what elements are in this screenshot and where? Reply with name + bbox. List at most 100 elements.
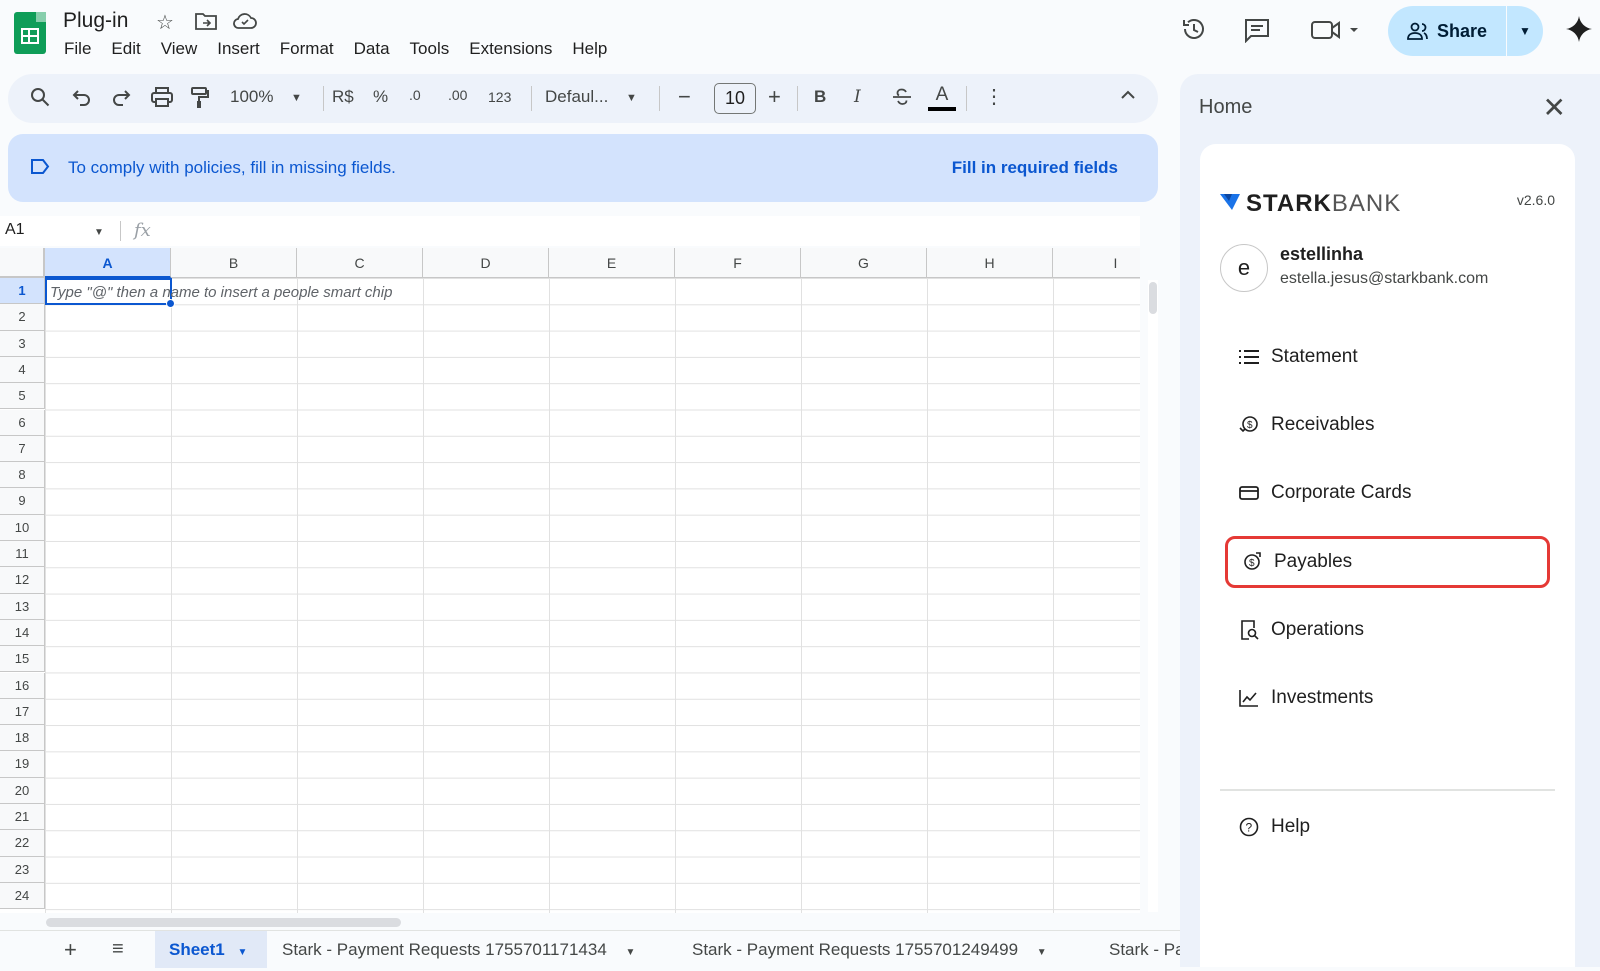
history-icon[interactable] <box>1180 15 1208 48</box>
currency-format-button[interactable]: R$ <box>332 87 354 107</box>
gemini-spark-icon[interactable] <box>1565 15 1593 48</box>
sheet-tab[interactable]: Stark - Payment Requests 1755701249499 ▼ <box>678 931 1061 968</box>
collapse-toolbar-icon[interactable] <box>1120 87 1136 108</box>
sheet-tab-active[interactable]: Sheet1 ▼ <box>155 931 267 968</box>
row-header[interactable]: 9 <box>0 488 45 515</box>
menu-tools[interactable]: Tools <box>400 39 460 59</box>
zoom-select[interactable]: 100% <box>230 87 273 107</box>
chevron-down-icon[interactable]: ▼ <box>626 947 636 958</box>
row-header[interactable]: 1 <box>0 278 45 305</box>
paint-format-icon[interactable] <box>190 87 210 114</box>
row-header[interactable]: 7 <box>0 435 45 463</box>
menu-help[interactable]: Help <box>562 39 617 59</box>
name-box-chevron-down-icon[interactable]: ▼ <box>94 227 104 238</box>
text-color-button[interactable]: A <box>928 84 956 111</box>
redo-icon[interactable] <box>111 87 131 112</box>
increase-decimal-button[interactable]: .00 <box>448 87 467 103</box>
chevron-down-icon[interactable]: ▼ <box>1037 947 1047 958</box>
row-header[interactable]: 12 <box>0 567 45 594</box>
strikethrough-icon[interactable] <box>892 87 912 112</box>
star-icon[interactable]: ☆ <box>156 10 174 35</box>
italic-button[interactable]: I <box>854 87 861 107</box>
menu-statement[interactable]: Statement <box>1225 331 1550 383</box>
font-family-select[interactable]: Defaul... <box>545 87 608 107</box>
menu-insert[interactable]: Insert <box>207 39 270 59</box>
document-title[interactable]: Plug-in <box>63 9 128 33</box>
row-header[interactable]: 17 <box>0 698 45 726</box>
row-header[interactable]: 8 <box>0 462 45 489</box>
meet-icon[interactable] <box>1310 18 1360 47</box>
move-folder-icon[interactable] <box>195 12 217 35</box>
print-icon[interactable] <box>151 87 173 112</box>
row-header[interactable]: 22 <box>0 830 45 857</box>
column-header[interactable]: F <box>675 248 801 278</box>
row-header[interactable]: 3 <box>0 330 45 357</box>
sheets-logo-icon[interactable] <box>14 12 46 54</box>
cloud-saved-icon[interactable] <box>233 12 257 35</box>
decrease-font-size-icon[interactable]: − <box>678 84 691 110</box>
select-all-corner[interactable] <box>0 248 45 278</box>
row-header[interactable]: 6 <box>0 409 45 436</box>
share-dropdown-icon[interactable]: ▼ <box>1507 6 1543 56</box>
row-header[interactable]: 5 <box>0 383 45 410</box>
column-header[interactable]: E <box>549 248 675 278</box>
row-header[interactable]: 15 <box>0 646 45 673</box>
column-header[interactable]: C <box>297 248 423 278</box>
cell-area[interactable] <box>45 278 1140 913</box>
column-header[interactable]: H <box>927 248 1053 278</box>
font-chevron-down-icon[interactable]: ▼ <box>626 92 637 104</box>
fill-required-fields-link[interactable]: Fill in required fields <box>952 158 1118 178</box>
row-header[interactable]: 24 <box>0 882 45 910</box>
menu-corporate-cards[interactable]: Corporate Cards <box>1225 467 1550 519</box>
menu-extensions[interactable]: Extensions <box>459 39 562 59</box>
share-main-button[interactable]: Share <box>1388 6 1506 56</box>
row-header[interactable]: 14 <box>0 619 45 647</box>
sheet-tab[interactable]: Stark - Payment Requests 1755701171434 ▼ <box>268 931 649 968</box>
row-header[interactable]: 13 <box>0 593 45 620</box>
spreadsheet-grid[interactable]: A B C D E F G H I 1 2 3 4 5 6 7 8 9 10 11 12 13 14 15 1… <box>0 248 1140 913</box>
menu-operations[interactable]: Operations <box>1225 604 1550 656</box>
number-format-button[interactable]: 123 <box>488 89 511 105</box>
vertical-scrollbar[interactable] <box>1148 280 1158 912</box>
menu-investments[interactable]: Investments <box>1225 672 1550 724</box>
row-header[interactable]: 10 <box>0 514 45 541</box>
menu-receivables[interactable]: $ Receivables <box>1225 399 1550 451</box>
avatar[interactable]: e <box>1220 244 1268 292</box>
more-options-icon[interactable]: ⋮ <box>984 84 1004 109</box>
row-header[interactable]: 11 <box>0 541 45 568</box>
font-size-input[interactable]: 10 <box>714 83 756 114</box>
menu-view[interactable]: View <box>151 39 208 59</box>
column-header[interactable]: D <box>423 248 549 278</box>
column-header[interactable]: I <box>1053 248 1140 278</box>
bold-button[interactable]: B <box>814 87 826 107</box>
horizontal-scroll-thumb[interactable] <box>46 918 401 927</box>
close-icon[interactable]: ✕ <box>1543 91 1566 124</box>
menu-payables[interactable]: $ Payables <box>1225 536 1550 588</box>
row-header[interactable]: 21 <box>0 804 45 831</box>
column-header[interactable]: B <box>171 248 297 278</box>
row-header[interactable]: 2 <box>0 304 45 331</box>
undo-icon[interactable] <box>72 87 92 112</box>
row-header[interactable]: 16 <box>0 672 45 699</box>
share-button[interactable]: Share ▼ <box>1388 6 1543 56</box>
row-header[interactable]: 4 <box>0 356 45 384</box>
percent-format-button[interactable]: % <box>373 87 388 107</box>
row-header[interactable]: 20 <box>0 777 45 804</box>
add-sheet-button[interactable]: + <box>50 931 91 968</box>
row-header[interactable]: 23 <box>0 856 45 883</box>
column-header[interactable]: A <box>45 248 171 278</box>
menu-format[interactable]: Format <box>270 39 344 59</box>
column-header[interactable]: G <box>801 248 927 278</box>
decrease-decimal-button[interactable]: .0 <box>409 87 421 103</box>
increase-font-size-icon[interactable]: + <box>768 84 781 110</box>
chevron-down-icon[interactable]: ▼ <box>237 947 247 958</box>
search-menus-icon[interactable] <box>30 87 50 112</box>
menu-help[interactable]: ? Help <box>1225 801 1550 853</box>
all-sheets-button[interactable]: ≡ <box>98 931 138 968</box>
name-box[interactable]: A1 <box>5 221 25 239</box>
menu-edit[interactable]: Edit <box>101 39 150 59</box>
comments-icon[interactable] <box>1243 17 1271 48</box>
menu-data[interactable]: Data <box>344 39 400 59</box>
row-header[interactable]: 19 <box>0 751 45 778</box>
zoom-chevron-down-icon[interactable]: ▼ <box>291 92 302 104</box>
